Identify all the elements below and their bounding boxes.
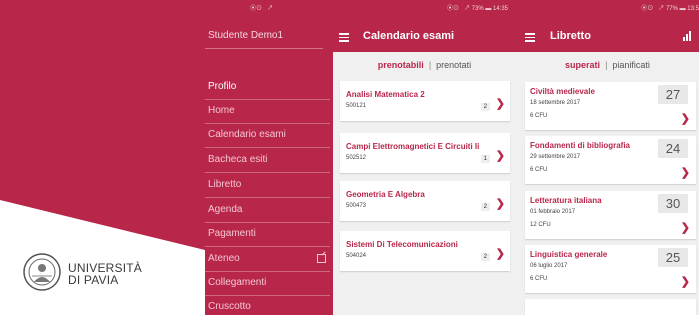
libretto-screen: ⦿⊙ ↗ 77% ▬ 13:5 Libretto superati | pianif…: [516, 0, 699, 315]
course-name: Letteratura italiana: [530, 196, 602, 205]
menu-item-label: Bacheca esiti: [208, 154, 268, 165]
course-card[interactable]: Civiltà medievale 18 settembre 2017 6 CF…: [525, 82, 696, 130]
tab-separator: |: [605, 60, 608, 70]
exam-card[interactable]: Campi Elettromagnetici E Circuiti Ii 502…: [340, 133, 510, 173]
hamburger-menu-icon[interactable]: [525, 33, 535, 42]
chevron-right-icon[interactable]: ❯: [496, 149, 505, 162]
tab-superati[interactable]: superati: [565, 60, 600, 70]
drawer-screen: ⦿⊙ ↗ Studente Demo1 Profilo Home Calenda…: [0, 0, 333, 315]
chevron-right-icon[interactable]: ❯: [496, 197, 505, 210]
menu-item-collegamenti[interactable]: Collegamenti: [205, 272, 330, 296]
menu-item-pagamenti[interactable]: Pagamenti: [205, 223, 330, 247]
exam-name: Analisi Matematica 2: [346, 90, 425, 99]
course-name: Civiltà medievale: [530, 87, 595, 96]
exam-code: 502512: [346, 155, 367, 161]
chevron-right-icon[interactable]: ❯: [681, 166, 690, 179]
menu-item-ateneo[interactable]: Ateneo: [205, 248, 330, 272]
course-date: 18 settembre 2017: [530, 100, 581, 106]
app-header: ⦿⊙ ↗ 73% ▬ 14:35 Calendario esami: [333, 0, 516, 52]
tab-prenotati[interactable]: prenotati: [436, 60, 471, 70]
tab-prenotabili[interactable]: prenotabili: [378, 60, 424, 70]
drawer-user-name: Studente Demo1: [208, 30, 284, 41]
app-header: ⦿⊙ ↗ 77% ▬ 13:5 Libretto: [516, 0, 699, 52]
university-logo-text: UNIVERSITÀ DI PAVIA: [68, 262, 142, 286]
page-title: Calendario esami: [363, 30, 455, 42]
grade-badge: 30: [658, 194, 688, 213]
exam-name: Sistemi Di Telecomunicazioni: [346, 240, 458, 249]
hamburger-menu-icon[interactable]: [339, 33, 349, 42]
chevron-right-icon[interactable]: ❯: [496, 97, 505, 110]
logo-line-2: DI PAVIA: [68, 273, 119, 287]
menu-item-calendario-esami[interactable]: Calendario esami: [205, 124, 330, 148]
tab-bar: prenotabili | prenotati: [333, 60, 516, 70]
exam-code: 504024: [346, 253, 367, 259]
course-card[interactable]: Letteratura italiana 01 febbraio 2017 12…: [525, 191, 696, 239]
menu-item-bacheca-esiti[interactable]: Bacheca esiti: [205, 149, 330, 173]
grade-badge: 25: [658, 248, 688, 267]
chevron-right-icon[interactable]: ❯: [681, 221, 690, 234]
exam-code: 500473: [346, 203, 367, 209]
exam-card[interactable]: Geometria E Algebra 500473 2 ❯: [340, 181, 510, 221]
external-link-icon: [317, 254, 326, 263]
menu-item-label: Pagamenti: [208, 228, 256, 239]
tab-bar: superati | pianificati: [516, 60, 699, 70]
chevron-right-icon[interactable]: ❯: [681, 112, 690, 125]
chevron-right-icon[interactable]: ❯: [681, 275, 690, 288]
chevron-right-icon[interactable]: ❯: [496, 247, 505, 260]
tab-separator: |: [428, 60, 432, 70]
exam-code: 500121: [346, 103, 367, 109]
menu-item-home[interactable]: Home: [205, 100, 330, 124]
course-date: 01 febbraio 2017: [530, 209, 576, 215]
menu-item-agenda[interactable]: Agenda: [205, 199, 330, 223]
page-title: Libretto: [550, 30, 591, 42]
grade-badge: 24: [658, 139, 688, 158]
bar-chart-icon[interactable]: [683, 31, 693, 41]
course-cfu: 6 CFU: [530, 276, 548, 282]
menu-item-label: Cruscotto: [208, 301, 251, 312]
grade-badge: 27: [658, 85, 688, 104]
menu-item-label: Home: [208, 105, 235, 116]
course-cfu: 6 CFU: [530, 113, 548, 119]
course-card-partial[interactable]: [525, 299, 696, 315]
exam-card[interactable]: Analisi Matematica 2 500121 2 ❯: [340, 81, 510, 121]
exam-count-badge: 2: [480, 203, 490, 211]
menu-item-label: Profilo: [208, 81, 237, 92]
course-card[interactable]: Fondamenti di bibliografia 29 settembre …: [525, 136, 696, 184]
course-cfu: 6 CFU: [530, 167, 548, 173]
menu-item-profilo[interactable]: Profilo: [205, 76, 330, 100]
calendario-screen: ⦿⊙ ↗ 73% ▬ 14:35 Calendario esami prenot…: [333, 0, 516, 315]
menu-item-libretto[interactable]: Libretto: [205, 174, 330, 198]
exam-name: Geometria E Algebra: [346, 190, 425, 199]
menu-item-label: Calendario esami: [208, 129, 286, 140]
status-bar: ⦿⊙ ↗ 77% ▬ 13:5: [641, 6, 699, 12]
course-card[interactable]: Linguistica generale 06 luglio 2017 6 CF…: [525, 245, 696, 293]
university-seal-icon: [23, 253, 61, 291]
course-cfu: 12 CFU: [530, 222, 551, 228]
menu-item-cruscotto[interactable]: Cruscotto: [205, 296, 330, 315]
menu-item-label: Libretto: [208, 179, 242, 190]
exam-name: Campi Elettromagnetici E Circuiti Ii: [346, 142, 480, 151]
exam-count-badge: 1: [480, 155, 490, 163]
course-date: 29 settembre 2017: [530, 154, 581, 160]
menu-item-label: Agenda: [208, 204, 243, 215]
course-date: 06 luglio 2017: [530, 263, 568, 269]
menu-item-label: Collegamenti: [208, 277, 267, 288]
status-bar: ⦿⊙ ↗ 73% ▬ 14:35: [446, 6, 508, 12]
tab-pianificati[interactable]: pianificati: [612, 60, 650, 70]
exam-count-badge: 2: [480, 103, 490, 111]
exam-card[interactable]: Sistemi Di Telecomunicazioni 504024 2 ❯: [340, 231, 510, 271]
course-name: Linguistica generale: [530, 250, 608, 259]
course-name: Fondamenti di bibliografia: [530, 141, 630, 150]
status-bar: ⦿⊙ ↗: [250, 6, 274, 12]
menu-item-label: Ateneo: [208, 253, 240, 264]
exam-count-badge: 2: [480, 253, 490, 261]
drawer-divider: [205, 48, 323, 49]
